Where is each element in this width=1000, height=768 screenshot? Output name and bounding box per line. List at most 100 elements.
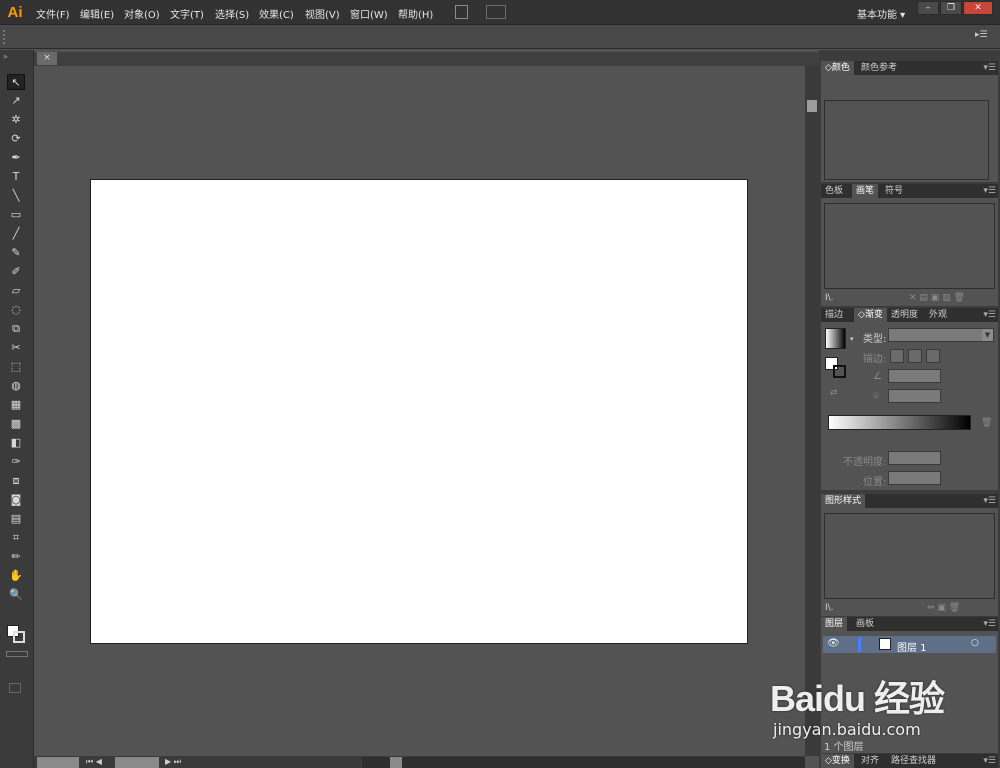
free-transform-tool-icon[interactable]: ⬚: [7, 359, 25, 375]
scroll-thumb[interactable]: [390, 757, 402, 768]
menu-type[interactable]: 文字(T): [170, 6, 204, 21]
menu-effect[interactable]: 效果(C): [259, 6, 294, 21]
eraser-tool-icon[interactable]: ▱: [7, 283, 25, 299]
layer-name[interactable]: 图层 1: [897, 639, 927, 654]
zoom-field[interactable]: [37, 757, 79, 768]
tab-pathfinder[interactable]: 路径查找器: [887, 754, 940, 768]
menu-select[interactable]: 选择(S): [215, 6, 249, 21]
symbol-sprayer-tool-icon[interactable]: ◙: [7, 492, 25, 508]
vertical-scrollbar[interactable]: [805, 66, 819, 756]
artboard[interactable]: [90, 179, 748, 644]
tab-appearance[interactable]: 外观: [925, 308, 951, 322]
zoom-tool-icon[interactable]: 🔍: [7, 587, 25, 603]
brush-actions-icon[interactable]: ✕ ▤ ▣ ▥ 🗑: [909, 293, 965, 303]
bridge-icon[interactable]: [455, 5, 468, 19]
tab-stroke[interactable]: 描边: [821, 308, 847, 322]
tab-align[interactable]: 对齐: [857, 754, 883, 768]
gradient-tool-icon[interactable]: ◧: [7, 435, 25, 451]
angle-field[interactable]: [888, 369, 941, 383]
gradient-slider[interactable]: [828, 415, 971, 430]
position-field[interactable]: [888, 471, 941, 485]
panel-menu-icon[interactable]: ▾☰: [983, 754, 996, 768]
tab-symbols[interactable]: 符号: [881, 184, 907, 198]
document-tab-close[interactable]: ×: [37, 52, 57, 65]
tab-layers[interactable]: 图层: [821, 617, 848, 631]
workspace-switcher[interactable]: 基本功能 ▾: [857, 6, 905, 21]
layer-row[interactable]: 👁 图层 1 ○: [823, 636, 996, 654]
first-page-icon[interactable]: ⏮ ◀: [86, 757, 102, 767]
pencil-tool-icon[interactable]: ✎: [7, 245, 25, 261]
screen-mode-icon[interactable]: [9, 683, 21, 693]
menu-help[interactable]: 帮助(H): [398, 6, 433, 21]
selection-tool-icon[interactable]: ↖: [7, 74, 25, 90]
scale-tool-icon[interactable]: ⧉: [7, 321, 25, 337]
tab-transparency[interactable]: 透明度: [887, 308, 922, 322]
line-tool-icon[interactable]: ╲: [7, 188, 25, 204]
brush-library-icon[interactable]: I\.: [825, 293, 834, 303]
magic-wand-tool-icon[interactable]: ✲: [7, 112, 25, 128]
collapse-icon[interactable]: »: [3, 52, 8, 61]
menu-view[interactable]: 视图(V): [305, 6, 340, 21]
lasso-tool-icon[interactable]: ⟳: [7, 131, 25, 147]
next-page-icon[interactable]: ▶ ⏭: [165, 757, 181, 767]
tab-graphic-styles[interactable]: 图形样式: [821, 494, 866, 508]
perspective-grid-tool-icon[interactable]: ▦: [7, 397, 25, 413]
mesh-tool-icon[interactable]: ▩: [7, 416, 25, 432]
gradient-preview-swatch[interactable]: [825, 328, 846, 349]
menu-window[interactable]: 窗口(W): [350, 6, 388, 21]
slice-tool-icon[interactable]: ✏: [7, 549, 25, 565]
color-mode-icon[interactable]: [6, 651, 28, 657]
direct-selection-tool-icon[interactable]: ↗: [7, 93, 25, 109]
chevron-down-icon[interactable]: ▼: [982, 329, 993, 341]
shape-builder-tool-icon[interactable]: ◍: [7, 378, 25, 394]
panel-menu-icon[interactable]: ▾☰: [983, 184, 996, 198]
tab-swatches[interactable]: 色板: [821, 184, 847, 198]
tab-gradient[interactable]: ◇渐变: [854, 308, 887, 322]
stroke-swatch[interactable]: [833, 365, 846, 378]
menu-file[interactable]: 文件(F): [36, 6, 70, 21]
tab-brushes[interactable]: 画笔: [852, 184, 879, 198]
aspect-ratio-field[interactable]: [888, 389, 941, 403]
tab-transform[interactable]: ◇变换: [821, 754, 854, 768]
stroke-gradient-option-2[interactable]: [908, 349, 922, 363]
panel-menu-icon[interactable]: ▾☰: [983, 61, 996, 75]
hand-tool-icon[interactable]: ✋: [7, 568, 25, 584]
visibility-eye-icon[interactable]: 👁: [827, 638, 840, 649]
stroke-gradient-option-3[interactable]: [926, 349, 940, 363]
tab-color-guide[interactable]: 颜色参考: [857, 61, 901, 75]
minimize-button[interactable]: –: [917, 1, 939, 15]
arrange-documents-icon[interactable]: [486, 5, 506, 19]
menu-object[interactable]: 对象(O): [124, 6, 160, 21]
paintbrush-tool-icon[interactable]: ╱: [7, 226, 25, 242]
panel-menu-icon[interactable]: ▾☰: [983, 617, 996, 631]
stroke-gradient-option-1[interactable]: [890, 349, 904, 363]
styles-library-icon[interactable]: I\.: [825, 603, 834, 613]
rotate-tool-icon[interactable]: ◌: [7, 302, 25, 318]
menu-edit[interactable]: 编辑(E): [80, 6, 114, 21]
blend-tool-icon[interactable]: ⧈: [7, 473, 25, 489]
opacity-field[interactable]: [888, 451, 941, 465]
artboard-tool-icon[interactable]: ⌗: [7, 530, 25, 546]
stroke-swatch[interactable]: [13, 631, 25, 643]
reverse-gradient-icon[interactable]: ⇄: [830, 388, 838, 398]
gradient-dropdown-icon[interactable]: ▾: [850, 335, 854, 343]
target-circle-icon[interactable]: ○: [971, 638, 979, 648]
panel-menu-icon[interactable]: ▾☰: [983, 308, 996, 322]
rectangle-tool-icon[interactable]: ▭: [7, 207, 25, 223]
close-button[interactable]: ✕: [963, 1, 993, 15]
gradient-type-select[interactable]: [888, 328, 994, 342]
restore-button[interactable]: ❐: [940, 1, 962, 15]
eyedropper-tool-icon[interactable]: ✑: [7, 454, 25, 470]
blob-brush-tool-icon[interactable]: ✐: [7, 264, 25, 280]
horizontal-scrollbar[interactable]: [362, 757, 805, 768]
styles-actions-icon[interactable]: ⇔ ▣ 🗑: [927, 603, 960, 613]
delete-stop-icon[interactable]: 🗑: [981, 418, 992, 428]
tab-artboards[interactable]: 画板: [852, 617, 878, 631]
artboard-navigation-field[interactable]: [115, 757, 159, 768]
type-tool-icon[interactable]: T: [7, 169, 25, 185]
pen-tool-icon[interactable]: ✒: [7, 150, 25, 166]
panel-menu-icon[interactable]: ▸☰: [975, 30, 988, 40]
column-graph-tool-icon[interactable]: ▤: [7, 511, 25, 527]
panel-menu-icon[interactable]: ▾☰: [983, 494, 996, 508]
scroll-thumb[interactable]: [807, 100, 817, 112]
